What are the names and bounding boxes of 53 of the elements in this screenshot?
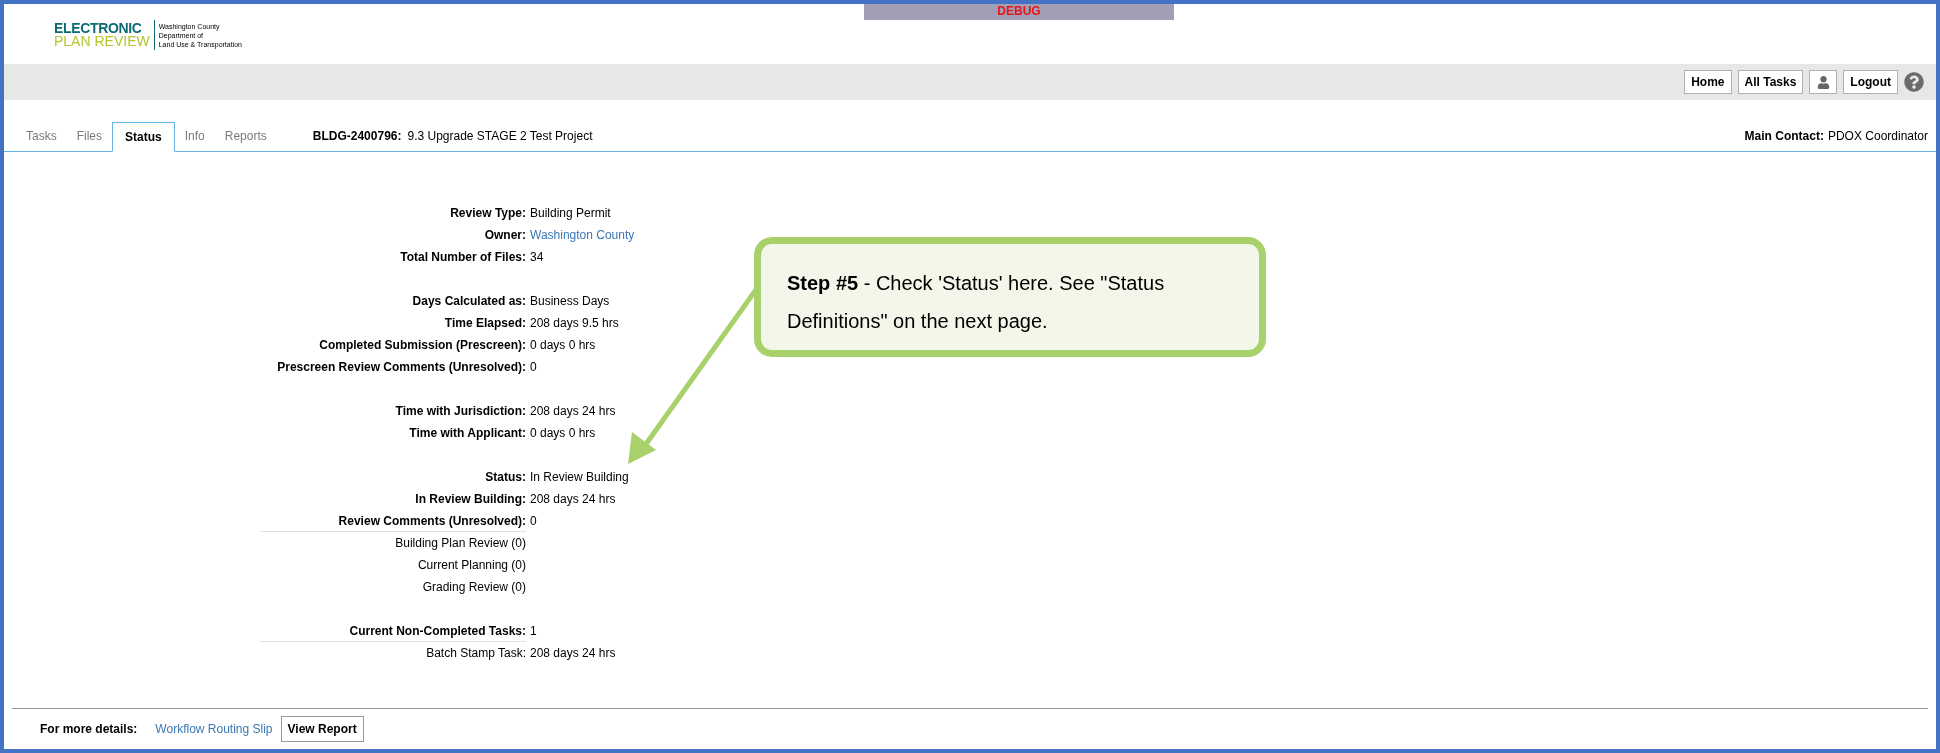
- main-contact-value: PDOX Coordinator: [1827, 128, 1928, 145]
- field-value: 208 days 24 hrs: [530, 645, 616, 662]
- field-value: 208 days 24 hrs: [530, 491, 616, 508]
- field-label: Status:: [485, 469, 526, 486]
- field-value: 0: [530, 513, 537, 530]
- field-label: Prescreen Review Comments (Unresolved):: [277, 359, 526, 376]
- field-label: Review Comments (Unresolved):: [338, 512, 526, 530]
- view-report-button[interactable]: View Report: [280, 716, 364, 742]
- field-value: In Review Building: [530, 469, 629, 486]
- tab[interactable]: Info: [174, 121, 215, 151]
- field-label: Owner:: [484, 227, 526, 244]
- tab[interactable]: Files: [66, 121, 113, 151]
- nav-button[interactable]: Home: [1684, 70, 1732, 94]
- field-value: 0 days 0 hrs: [530, 425, 596, 442]
- field-label: Days Calculated as:: [412, 293, 526, 310]
- tab[interactable]: Reports: [214, 121, 277, 151]
- field-label: Time with Applicant:: [409, 425, 526, 442]
- field-value: Business Days: [530, 293, 610, 310]
- field-value: 1: [530, 623, 537, 640]
- project-name: 9.3 Upgrade STAGE 2 Test Project: [407, 128, 593, 145]
- user-icon: [1816, 75, 1830, 89]
- owner-link[interactable]: Washington County: [530, 226, 635, 244]
- routing-slip-link[interactable]: Workflow Routing Slip: [155, 720, 273, 738]
- user-button[interactable]: [1809, 70, 1838, 94]
- detail-label: Current Planning (0): [417, 557, 526, 574]
- tab[interactable]: Tasks: [16, 121, 67, 151]
- field-label: In Review Building:: [415, 491, 526, 508]
- field-value: Building Permit: [530, 205, 611, 222]
- nav-button[interactable]: Logout: [1843, 70, 1898, 94]
- field-value: 208 days 9.5 hrs: [530, 315, 619, 332]
- main-contact-label: Main Contact:: [1744, 128, 1824, 145]
- tab[interactable]: Status: [112, 122, 175, 152]
- field-label: Current Non-Completed Tasks:: [349, 622, 526, 640]
- field-label: Time Elapsed:: [444, 315, 526, 332]
- footer-label: For more details:: [40, 721, 138, 738]
- field-value: 34: [530, 249, 544, 266]
- field-label: Total Number of Files:: [400, 249, 526, 266]
- field-value: 0 days 0 hrs: [530, 337, 596, 354]
- field-value: 208 days 24 hrs: [530, 403, 616, 420]
- callout-text: Step #5 - Check 'Status' here. See "Status Definitions" on the next page.: [787, 271, 1166, 334]
- project-id: BLDG-2400796:: [312, 128, 402, 145]
- logo-title: ELECTRONIC: [54, 22, 143, 35]
- detail-label: Grading Review (0): [422, 579, 526, 596]
- help-icon[interactable]: [1904, 72, 1924, 92]
- debug-label: DEBUG: [997, 4, 1041, 20]
- logo-subtitle: PLAN REVIEW: [54, 35, 150, 48]
- field-value: 0: [530, 359, 537, 376]
- detail-label: Building Plan Review (0): [395, 535, 526, 552]
- nav-button[interactable]: All Tasks: [1737, 70, 1804, 94]
- detail-label: Batch Stamp Task:: [426, 645, 526, 662]
- field-label: Review Type:: [450, 205, 526, 222]
- field-label: Completed Submission (Prescreen):: [319, 337, 526, 354]
- field-label: Time with Jurisdiction:: [395, 403, 526, 420]
